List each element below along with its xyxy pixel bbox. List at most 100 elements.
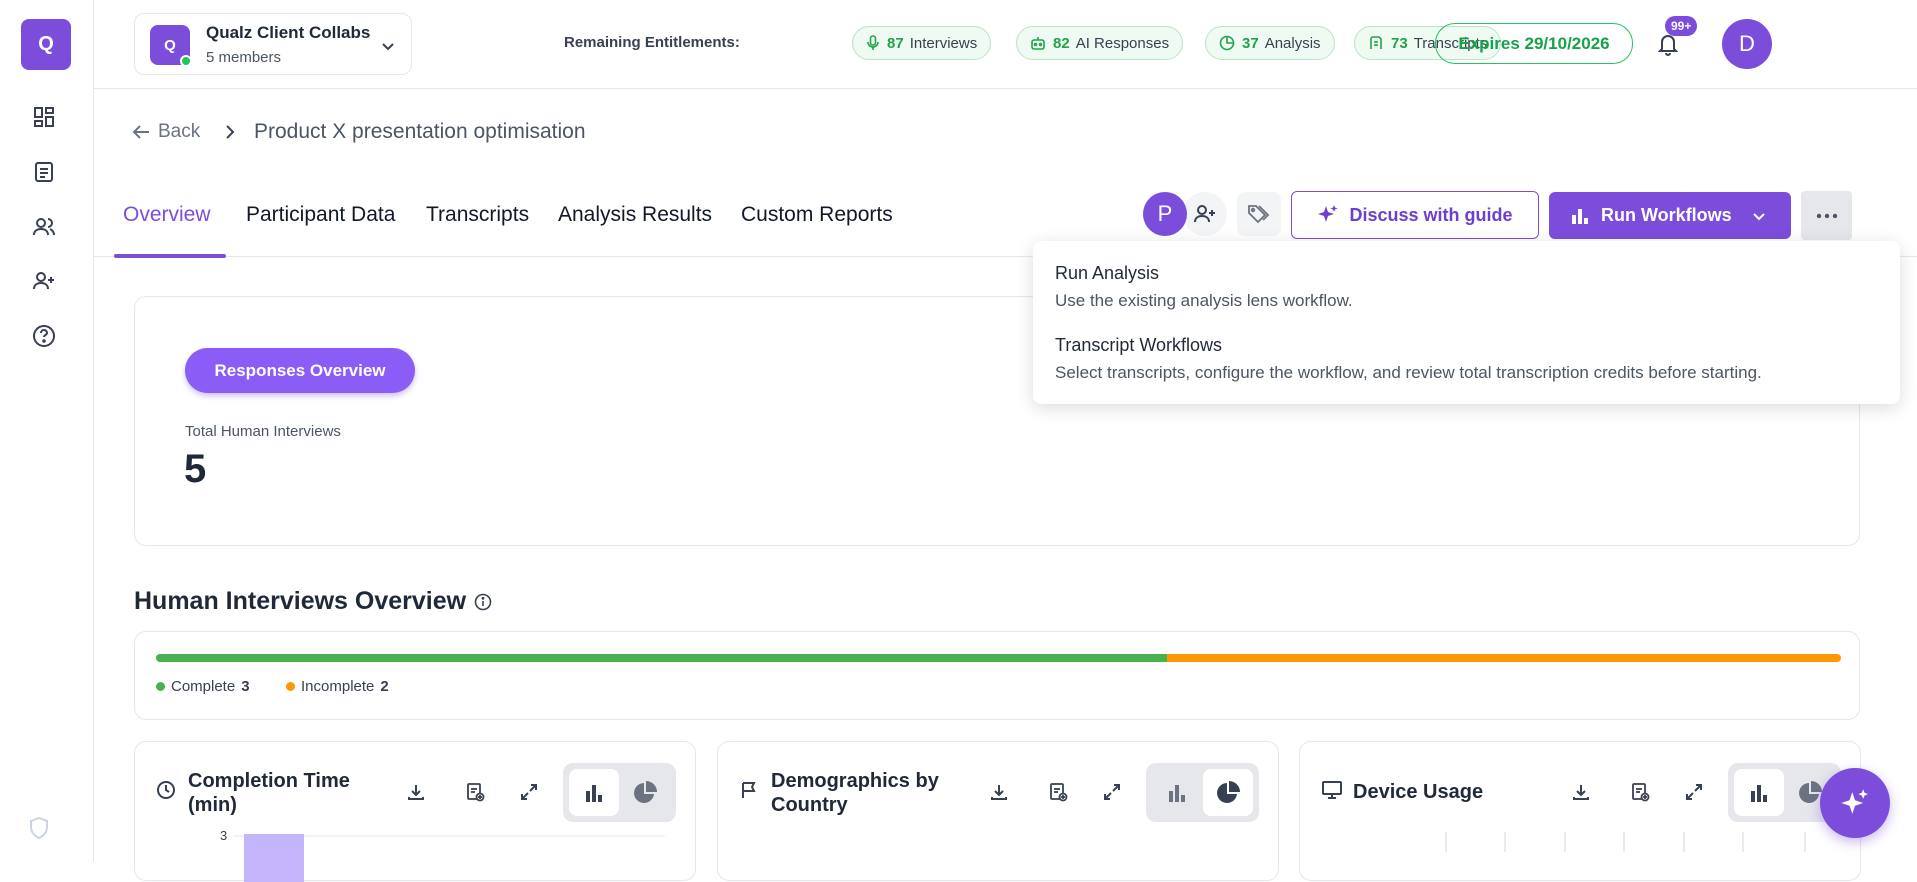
entitlement-ai-responses: 82 AI Responses	[1016, 26, 1184, 60]
tab-transcripts[interactable]: Transcripts	[426, 203, 529, 227]
bar-chart-icon	[586, 784, 602, 802]
tab-participant-data[interactable]: Participant Data	[246, 203, 395, 227]
run-workflows-button[interactable]: Run Workflows	[1549, 192, 1791, 239]
back-button[interactable]: Back	[132, 121, 200, 143]
pie-view-button[interactable]	[1203, 769, 1253, 816]
completion-bar	[156, 654, 1841, 662]
dashboard-icon[interactable]	[30, 103, 58, 131]
expiry-badge: Expires 29/10/2026	[1435, 23, 1633, 64]
report-add-icon[interactable]	[1046, 780, 1070, 804]
entitlement-interviews: 87 Interviews	[852, 26, 992, 60]
chart-title: Completion Time (min)	[188, 770, 350, 816]
menu-item-title: Run Analysis	[1055, 263, 1160, 283]
top-bar: Q Qualz Client Collabs 5 members	[94, 0, 1917, 89]
info-icon[interactable]	[474, 593, 492, 611]
download-icon[interactable]	[404, 780, 428, 804]
bar-view-button[interactable]	[1734, 769, 1784, 816]
ai-assistant-button[interactable]	[1820, 768, 1890, 838]
expand-icon[interactable]	[1682, 780, 1706, 804]
legend-label: Complete	[171, 678, 236, 695]
flag-icon	[739, 780, 759, 805]
pie-icon	[1219, 35, 1235, 51]
menu-item-title: Transcript Workflows	[1055, 335, 1223, 355]
tab-overview[interactable]: Overview	[123, 203, 211, 227]
notification-badge: 99+	[1665, 16, 1698, 36]
expand-icon[interactable]	[1100, 780, 1124, 804]
menu-item-description: Use the existing analysis lens workflow.	[1055, 291, 1353, 310]
completion-bar-complete	[156, 654, 1167, 662]
workspace-switcher[interactable]: Q Qualz Client Collabs 5 members	[134, 13, 412, 75]
discuss-with-guide-button[interactable]: Discuss with guide	[1291, 191, 1539, 239]
microphone-icon	[867, 35, 879, 50]
back-label: Back	[158, 121, 201, 142]
chart-bar	[244, 834, 304, 882]
user-avatar[interactable]: D	[1722, 19, 1772, 69]
download-icon[interactable]	[1569, 780, 1593, 804]
pie-view-button[interactable]	[620, 769, 670, 816]
sidebar: Q	[0, 0, 94, 862]
robot-icon	[1031, 37, 1045, 50]
more-horizontal-icon	[1816, 213, 1837, 218]
bar-view-button[interactable]	[1152, 769, 1202, 816]
download-icon[interactable]	[987, 780, 1011, 804]
help-icon[interactable]	[30, 322, 58, 350]
report-add-icon[interactable]	[463, 780, 487, 804]
online-status-dot	[180, 55, 192, 67]
legend-dot	[286, 682, 295, 691]
legend-label: Incomplete	[301, 678, 375, 695]
legend-count: 3	[241, 678, 250, 695]
completion-time-chart: 3	[220, 830, 665, 882]
pie-chart-icon	[1799, 780, 1822, 803]
discuss-label: Discuss with guide	[1349, 204, 1513, 225]
transcript-icon	[1370, 36, 1382, 49]
tags-button[interactable]	[1237, 192, 1281, 236]
completion-status-card: Complete 3 Incomplete 2	[134, 631, 1860, 720]
chart-view-toggle	[563, 763, 676, 822]
users-icon[interactable]	[30, 213, 58, 241]
tag-icon	[1248, 205, 1270, 224]
add-user-icon	[1194, 205, 1215, 223]
run-workflows-label: Run Workflows	[1601, 205, 1732, 225]
chevron-right-icon	[224, 124, 236, 145]
tab-custom-reports[interactable]: Custom Reports	[741, 203, 893, 227]
run-workflows-menu: Run Analysis Use the existing analysis l…	[1033, 241, 1900, 404]
y-tick-label: 3	[220, 830, 227, 843]
entitlements-label: Remaining Entitlements:	[564, 34, 740, 51]
app-logo[interactable]: Q	[21, 19, 71, 70]
participant-avatar[interactable]: P	[1143, 192, 1187, 236]
workspace-name: Qualz Client Collabs	[206, 23, 371, 42]
chevron-down-icon	[1752, 212, 1765, 220]
bar-view-button[interactable]	[569, 769, 619, 816]
entitlement-analysis: 37 Analysis	[1205, 26, 1335, 60]
workspace-members: 5 members	[206, 49, 282, 66]
tab-analysis-results[interactable]: Analysis Results	[558, 203, 712, 227]
pie-chart-icon	[1217, 780, 1240, 803]
expand-icon[interactable]	[517, 780, 541, 804]
section-title: Human Interviews Overview	[134, 587, 492, 616]
responses-overview-button[interactable]: Responses Overview	[185, 348, 415, 393]
pie-chart-icon	[634, 780, 657, 803]
section-title-text: Human Interviews Overview	[134, 587, 467, 615]
legend-incomplete: Incomplete 2	[286, 678, 389, 695]
legend-complete: Complete 3	[156, 678, 250, 695]
active-tab-indicator	[114, 254, 226, 258]
chart-title: Device Usage	[1353, 781, 1484, 803]
sparkles-icon	[1841, 789, 1868, 814]
bar-chart-icon	[1751, 784, 1767, 802]
clock-icon	[156, 780, 176, 805]
legend-dot	[156, 682, 165, 691]
add-user-icon[interactable]	[30, 267, 58, 295]
device-usage-chart	[1445, 832, 1806, 852]
total-interviews-label: Total Human Interviews	[185, 423, 341, 440]
bar-chart-icon	[1572, 208, 1588, 224]
report-add-icon[interactable]	[1628, 780, 1652, 804]
more-options-button[interactable]	[1801, 191, 1852, 240]
bell-icon[interactable]	[1657, 32, 1679, 61]
document-icon[interactable]	[30, 158, 58, 186]
menu-item-description: Select transcripts, configure the workfl…	[1055, 363, 1762, 382]
chart-card-demographics: Demographics by Country	[717, 741, 1279, 881]
shield-icon[interactable]	[28, 816, 52, 844]
menu-item-transcript-workflows[interactable]: Transcript Workflows Select transcripts,…	[1055, 335, 1762, 383]
share-button[interactable]	[1183, 192, 1227, 236]
menu-item-run-analysis[interactable]: Run Analysis Use the existing analysis l…	[1055, 263, 1353, 311]
